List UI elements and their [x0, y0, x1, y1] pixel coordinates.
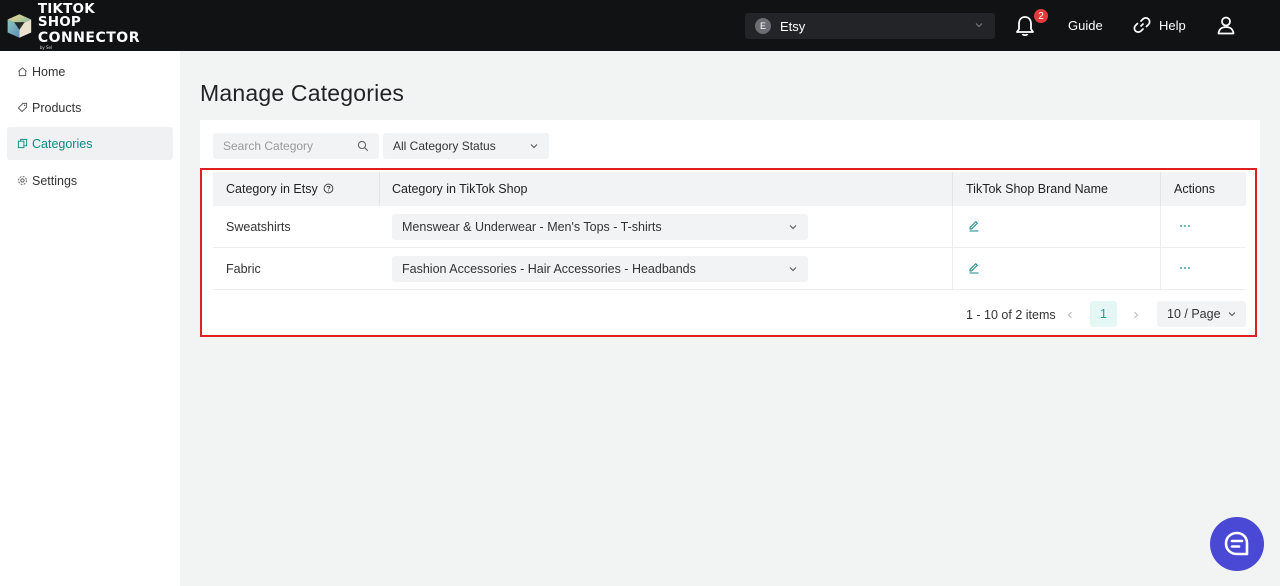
store-selector[interactable]: E Etsy: [745, 13, 995, 39]
copy-icon: [17, 138, 28, 149]
logo-byline: by Sel: [39, 44, 53, 50]
chat-icon: [1224, 531, 1249, 556]
search-placeholder: Search Category: [223, 139, 314, 153]
store-name: Etsy: [780, 18, 806, 34]
top-header: TIKTOK SHOP CONNECTOR by Sel E Etsy 2 Gu…: [0, 0, 1280, 51]
logo-line1: TIKTOK SHOP: [37, 0, 95, 30]
sidebar-item-label: Settings: [32, 173, 78, 188]
link-icon: [1133, 17, 1151, 33]
chevron-down-icon: [530, 144, 538, 149]
category-status-select[interactable]: All Category Status: [383, 133, 549, 159]
logo-text: TIKTOK SHOP CONNECTOR by Sel: [37, 0, 140, 50]
sidebar-item-categories[interactable]: Categories: [7, 127, 173, 160]
store-avatar: E: [755, 18, 771, 34]
sidebar-item-label: Products: [32, 100, 82, 115]
notification-badge: 2: [1033, 8, 1049, 24]
search-input[interactable]: Search Category: [213, 133, 379, 159]
sidebar-item-products[interactable]: Products: [7, 91, 173, 124]
logo-cube-icon: [7, 14, 32, 38]
sidebar-item-label: Categories: [32, 136, 93, 151]
gear-icon: [18, 176, 27, 185]
highlight-box: [200, 168, 1257, 337]
tag-icon: [17, 102, 28, 113]
user-icon[interactable]: [1216, 15, 1236, 35]
search-icon[interactable]: [357, 140, 369, 152]
page-title: Manage Categories: [200, 80, 405, 106]
bell-icon[interactable]: [1015, 15, 1035, 37]
sidebar: Home Products Categories Settings: [0, 51, 180, 586]
help-link[interactable]: Help: [1159, 18, 1186, 33]
home-icon: [18, 67, 27, 77]
logo[interactable]: TIKTOK SHOP CONNECTOR by Sel: [5, 0, 140, 50]
chat-button[interactable]: [1210, 517, 1264, 571]
logo-line2: CONNECTOR: [37, 29, 140, 46]
category-status-value: All Category Status: [393, 139, 496, 153]
sidebar-item-label: Home: [32, 64, 66, 79]
sidebar-item-home[interactable]: Home: [7, 55, 173, 88]
sidebar-item-settings[interactable]: Settings: [7, 164, 173, 197]
chevron-down-icon: [975, 23, 983, 28]
guide-link[interactable]: Guide: [1068, 18, 1103, 33]
